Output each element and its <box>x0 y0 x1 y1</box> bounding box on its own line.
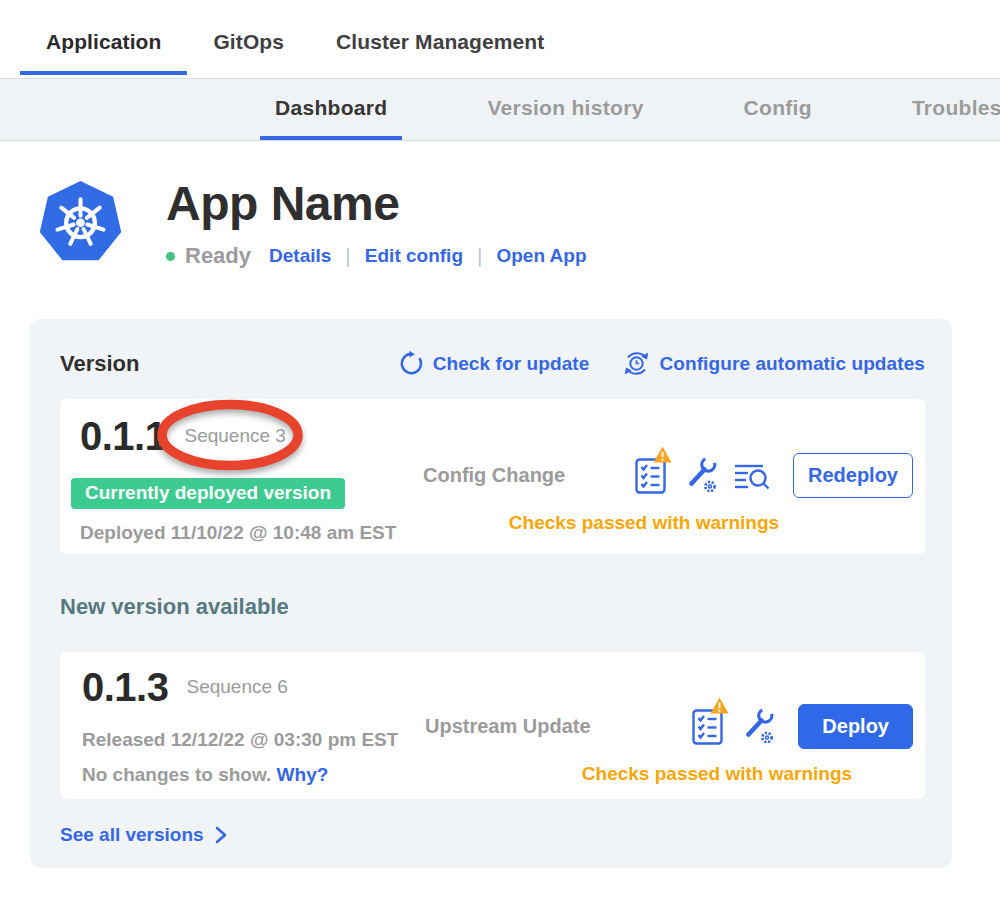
details-link[interactable]: Details <box>269 245 331 267</box>
edit-config-link[interactable]: Edit config <box>365 245 463 267</box>
tab-application[interactable]: Application <box>20 0 187 75</box>
see-all-versions-label: See all versions <box>60 824 204 846</box>
configure-automatic-updates-label: Configure automatic updates <box>659 353 925 375</box>
redeploy-button[interactable]: Redeploy <box>793 453 913 498</box>
new-version-heading: New version available <box>60 594 925 620</box>
version-section: Version Check for update Configure <box>30 319 952 868</box>
why-link[interactable]: Why? <box>277 764 329 785</box>
tab-gitops[interactable]: GitOps <box>187 0 310 75</box>
released-timestamp: Released 12/12/22 @ 03:30 pm EST <box>82 729 425 751</box>
divider: | <box>345 244 350 268</box>
edit-config-icon[interactable] <box>739 706 776 746</box>
available-version-card: 0.1.3 Sequence 6 Released 12/12/22 @ 03:… <box>60 652 925 799</box>
current-sequence-label: Sequence 3 <box>184 425 285 447</box>
checks-status-text[interactable]: Checks passed with warnings <box>399 512 889 534</box>
view-diff-icon[interactable] <box>733 458 771 492</box>
preflight-checks-icon[interactable] <box>690 706 725 746</box>
refresh-icon <box>398 350 425 377</box>
no-changes-text: No changes to show. <box>82 764 271 785</box>
see-all-versions-link[interactable]: See all versions <box>60 824 925 846</box>
deployed-timestamp: Deployed 11/10/22 @ 10:48 am EST <box>80 522 423 544</box>
status-ready-dot <box>166 252 175 261</box>
version-source-label: Config Change <box>423 464 565 487</box>
version-section-title: Version <box>60 351 139 377</box>
available-sequence-label: Sequence 6 <box>186 676 287 698</box>
current-version-card: 0.1.1 Sequence 3 Currently deployed vers… <box>60 399 925 554</box>
open-app-link[interactable]: Open App <box>496 245 586 267</box>
preflight-checks-icon[interactable] <box>633 455 668 495</box>
tab-version-history[interactable]: Version history <box>472 79 658 140</box>
tab-troubleshoot[interactable]: Troubleshoot <box>897 79 1000 140</box>
app-header: App Name Ready Details | Edit config | O… <box>0 141 1000 269</box>
checks-status-text[interactable]: Checks passed with warnings <box>473 763 961 785</box>
tab-cluster-management[interactable]: Cluster Management <box>310 0 570 75</box>
app-title: App Name <box>166 176 587 231</box>
edit-config-icon[interactable] <box>682 455 719 495</box>
tab-dashboard[interactable]: Dashboard <box>260 79 402 140</box>
check-for-update-link[interactable]: Check for update <box>398 349 590 378</box>
configure-automatic-updates-link[interactable]: Configure automatic updates <box>622 349 925 378</box>
currently-deployed-badge: Currently deployed version <box>71 478 345 509</box>
kubernetes-logo-icon <box>37 176 124 266</box>
available-version-number: 0.1.3 <box>82 665 168 709</box>
warning-triangle-icon <box>653 446 672 463</box>
divider: | <box>477 244 482 268</box>
app-status: Ready <box>185 243 251 269</box>
chevron-right-icon <box>214 826 228 844</box>
deploy-button[interactable]: Deploy <box>798 704 913 749</box>
warning-triangle-icon <box>710 697 729 714</box>
check-for-update-label: Check for update <box>433 353 590 375</box>
schedule-update-icon <box>622 349 651 378</box>
current-version-number: 0.1.1 <box>80 414 166 458</box>
main-nav: Application GitOps Cluster Management <box>0 0 1000 75</box>
tab-config[interactable]: Config <box>729 79 827 140</box>
version-source-label: Upstream Update <box>425 715 591 738</box>
sub-nav: Dashboard Version history Config Trouble… <box>0 78 1000 141</box>
